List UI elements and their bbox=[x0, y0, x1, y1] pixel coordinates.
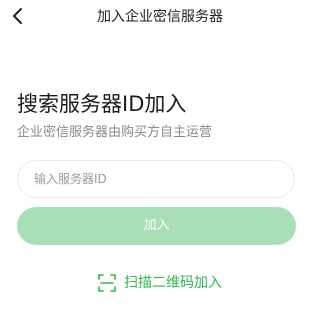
join-server-page: 加入企业密信服务器 搜索服务器ID加入 企业密信服务器由购买方自主运营 加入 扫… bbox=[0, 0, 320, 318]
server-id-field bbox=[17, 160, 295, 198]
server-id-input[interactable] bbox=[18, 161, 294, 197]
qr-scan-icon bbox=[98, 274, 116, 292]
page-title: 加入企业密信服务器 bbox=[97, 9, 223, 25]
nav-bar: 加入企业密信服务器 bbox=[0, 0, 320, 34]
join-button[interactable]: 加入 bbox=[17, 207, 296, 245]
search-heading: 搜索服务器ID加入 bbox=[17, 92, 187, 116]
scan-qr-link[interactable]: 扫描二维码加入 bbox=[0, 272, 320, 294]
search-subheading: 企业密信服务器由购买方自主运营 bbox=[17, 125, 213, 140]
scan-qr-label: 扫描二维码加入 bbox=[124, 275, 222, 291]
